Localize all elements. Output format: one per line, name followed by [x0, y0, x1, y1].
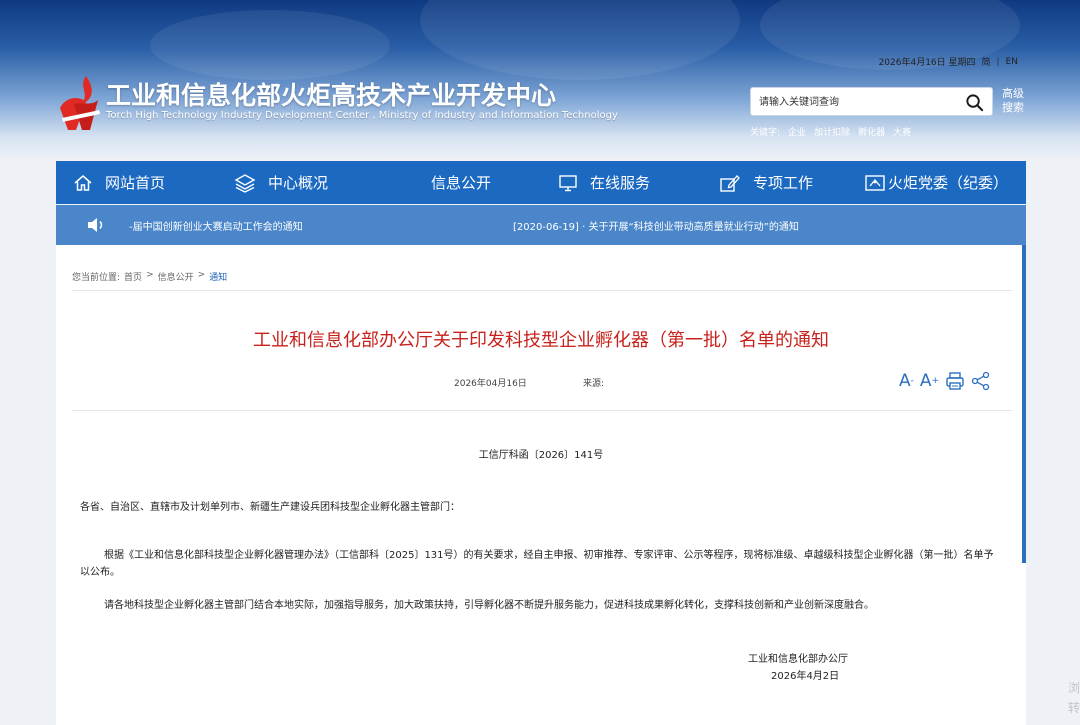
article-title: 工业和信息化部办公厅关于印发科技型企业孵化器（第一批）名单的通知: [253, 330, 829, 351]
home-icon: [74, 174, 92, 191]
nav-item-party-committee[interactable]: 火炬党委（纪委）: [864, 161, 1008, 204]
breadcrumb-separator: >: [146, 270, 154, 280]
breadcrumb-link[interactable]: 信息公开: [158, 270, 194, 283]
breadcrumb-separator: >: [197, 270, 206, 280]
article-date: 2026年04月16日: [454, 379, 527, 389]
article-panel: 您当前位置: 首页 > 信息公开 > 通知 工业和信息化部办公厅关于印发科技型企…: [56, 245, 1026, 725]
divider: [72, 290, 1012, 291]
nav-item-online-service[interactable]: 在线服务: [558, 161, 650, 204]
article-tools: A- A +: [899, 371, 991, 391]
font-increase-button[interactable]: A +: [920, 371, 939, 391]
breadcrumb-home-link[interactable]: 首页: [124, 270, 142, 283]
nav-item-label: 火炬党委（纪委）: [888, 174, 1009, 192]
divider: [72, 410, 1012, 411]
party-icon: [865, 174, 885, 191]
article-paragraph: 根据《工业和信息化部科技型企业孵化器管理办法》（工信部科〔2025〕131号）的…: [80, 550, 994, 578]
article-source-label: 来源:: [583, 379, 605, 389]
search-input[interactable]: [759, 94, 959, 111]
breadcrumb-label: 您当前位置:: [72, 273, 121, 283]
floating-widget[interactable]: 浏 转: [1068, 678, 1080, 718]
lang-en-link[interactable]: EN: [1006, 57, 1018, 67]
nav-item-label: 专项工作: [753, 174, 814, 192]
news-ticker: -届中国创新创业大赛启动工作会的通知 [2020-06-19] · 关于开展“科…: [56, 205, 1026, 245]
separator: |: [996, 56, 1000, 67]
nav-item-special-work[interactable]: 专项工作: [719, 161, 813, 204]
torch-logo-icon[interactable]: [56, 74, 102, 132]
monitor-icon: [559, 174, 577, 191]
floating-widget-text: 转: [1068, 701, 1080, 715]
map-decoration: [420, 0, 740, 80]
ticker-news-link[interactable]: -届中国创新创业大赛启动工作会的通知: [129, 218, 303, 233]
top-bar: 2026年4月16日 星期四 简 | EN: [878, 55, 1018, 69]
article-paragraph: 请各地科技型企业孵化器主管部门结合本地实际，加强指导服务，加大政策扶持，引导孵化…: [104, 600, 874, 611]
map-decoration: [150, 10, 390, 80]
search-icon[interactable]: [965, 93, 984, 112]
signature-date: 2026年4月2日: [771, 671, 840, 682]
site-subtitle: Torch High Technology Industry Developme…: [106, 110, 618, 121]
keywords-label: 关键字:: [750, 128, 781, 138]
print-icon[interactable]: [945, 371, 965, 391]
keyword-link[interactable]: 加计扣除: [814, 125, 850, 138]
keyword-link[interactable]: 大赛: [893, 125, 911, 138]
advanced-search-link[interactable]: 高级搜索: [1002, 87, 1028, 115]
main-nav: 网站首页 中心概况 信息公开 在线服务 专项工作 火炬党委（纪委）: [56, 161, 1026, 204]
share-icon[interactable]: [971, 371, 991, 391]
nav-item-overview[interactable]: 中心概况: [234, 161, 328, 204]
current-date: 2026年4月16日 星期四: [878, 58, 976, 68]
nav-item-home[interactable]: 网站首页: [73, 161, 165, 204]
signature-org: 工业和信息化部办公厅: [748, 654, 848, 665]
nav-item-info-disclosure[interactable]: 信息公开: [431, 161, 491, 204]
breadcrumb: 您当前位置: 首页 > 信息公开 > 通知: [72, 270, 227, 283]
edit-icon: [720, 174, 740, 192]
keyword-link[interactable]: 企业: [788, 125, 806, 138]
document-number: 工信厅科函〔2026〕141号: [478, 450, 604, 461]
nav-item-label: 网站首页: [105, 174, 166, 192]
keywords-row: 关键字: 企业 加计扣除 孵化器 大赛: [750, 125, 911, 138]
breadcrumb-current[interactable]: 通知: [209, 270, 227, 283]
layers-icon: [234, 173, 256, 193]
lang-simplified-link[interactable]: 简: [982, 55, 991, 68]
font-decrease-button[interactable]: A-: [899, 371, 914, 391]
nav-item-label: 在线服务: [590, 174, 651, 192]
site-header: 工业和信息化部火炬高技术产业开发中心 Torch High Technology…: [0, 0, 1080, 160]
scrollbar[interactable]: [1022, 245, 1026, 563]
search-box: [750, 87, 993, 116]
nav-item-label: 信息公开: [431, 174, 492, 192]
keyword-link[interactable]: 孵化器: [858, 125, 885, 138]
site-title[interactable]: 工业和信息化部火炬高技术产业开发中心: [106, 76, 556, 112]
speaker-icon: [88, 218, 103, 232]
floating-widget-text: 浏: [1068, 681, 1080, 695]
ticker-news-link[interactable]: [2020-06-19] · 关于开展“科技创业带动高质量就业行动”的通知: [513, 218, 799, 233]
nav-item-label: 中心概况: [268, 174, 329, 192]
article-salutation: 各省、自治区、直辖市及计划单列市、新疆生产建设兵团科技型企业孵化器主管部门：: [80, 502, 460, 513]
